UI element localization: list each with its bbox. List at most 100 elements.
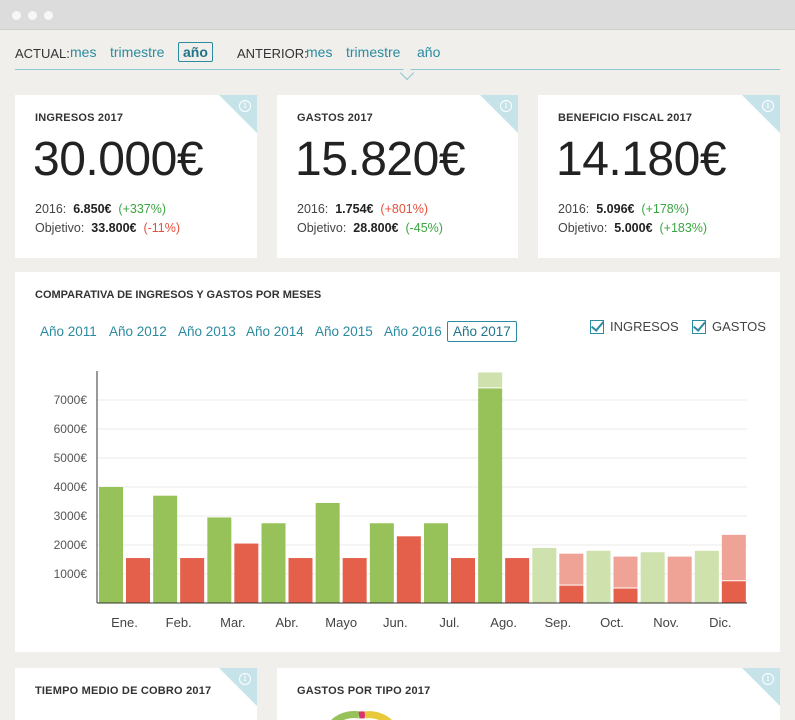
- previous-value: 5.096€: [596, 202, 635, 216]
- bar-ingresos: [586, 550, 611, 603]
- bar-gastos: [505, 558, 530, 603]
- card-value: 14.180€: [556, 133, 727, 186]
- card-title: TIEMPO MEDIO DE COBRO 2017: [35, 685, 212, 697]
- bar-gastos-projected: [613, 556, 638, 588]
- card-corner: [480, 95, 518, 133]
- previous-label: 2016:: [558, 202, 590, 216]
- objective-value: 5.000€: [614, 221, 653, 235]
- info-icon[interactable]: i: [239, 100, 251, 112]
- x-tick-label: Jul.: [439, 615, 459, 630]
- card-beneficio: i BENEFICIO FISCAL 2017 14.180€ 2016: 5.…: [538, 95, 780, 258]
- card-value: 30.000€: [33, 133, 204, 186]
- y-tick-label: 4000€: [54, 480, 88, 494]
- card-previous-row: 2016: 6.850€ (+337%): [35, 202, 166, 216]
- card-objective-row: Objetivo: 33.800€ (-11%): [35, 221, 180, 235]
- x-tick-label: Mar.: [220, 615, 245, 630]
- y-tick-label: 2000€: [54, 538, 88, 552]
- card-title: INGRESOS 2017: [35, 112, 124, 124]
- previous-delta: (+178%): [641, 202, 690, 216]
- card-objective-row: Objetivo: 28.800€ (-45%): [297, 221, 443, 235]
- x-tick-label: Sep.: [544, 615, 571, 630]
- bar-gastos: [234, 543, 259, 603]
- previous-label: 2016:: [35, 202, 67, 216]
- objective-label: Objetivo:: [35, 221, 85, 235]
- objective-label: Objetivo:: [558, 221, 608, 235]
- donut-chart-top: [331, 711, 392, 720]
- y-tick-label: 6000€: [54, 422, 88, 436]
- card-ingresos: i INGRESOS 2017 30.000€ 2016: 6.850€ (+3…: [15, 95, 257, 258]
- x-tick-label: Nov.: [653, 615, 679, 630]
- card-previous-row: 2016: 1.754€ (+801%): [297, 202, 428, 216]
- bar-gastos: [288, 558, 313, 603]
- info-icon[interactable]: i: [239, 673, 251, 685]
- card-title: GASTOS 2017: [297, 112, 373, 124]
- previous-delta: (+337%): [118, 202, 167, 216]
- bar-gastos: [559, 585, 584, 603]
- previous-label: 2016:: [297, 202, 329, 216]
- card-previous-row: 2016: 5.096€ (+178%): [558, 202, 689, 216]
- bar-ingresos: [261, 523, 286, 603]
- anterior-option-trimestre[interactable]: trimestre: [346, 44, 400, 60]
- previous-value: 6.850€: [73, 202, 112, 216]
- bar-gastos: [451, 558, 475, 603]
- objective-label: Objetivo:: [297, 221, 347, 235]
- actual-label: ACTUAL:: [15, 46, 70, 61]
- card-corner: [742, 95, 780, 133]
- comparativa-card: COMPARATIVA DE INGRESOS Y GASTOS POR MES…: [15, 272, 780, 652]
- y-tick-label: 1000€: [54, 567, 88, 581]
- x-tick-label: Ago.: [490, 615, 517, 630]
- info-icon[interactable]: i: [762, 100, 774, 112]
- objective-value: 28.800€: [353, 221, 399, 235]
- y-tick-label: 3000€: [54, 509, 88, 523]
- previous-value: 1.754€: [335, 202, 374, 216]
- bar-gastos: [126, 558, 150, 603]
- bar-ingresos: [532, 547, 557, 603]
- anterior-option-mes[interactable]: mes: [306, 44, 332, 60]
- x-tick-label: Abr.: [275, 615, 298, 630]
- actual-option-mes[interactable]: mes: [70, 44, 96, 60]
- bar-ingresos: [315, 502, 340, 603]
- window-dot-1: [12, 11, 21, 20]
- donut-segment-yellow: [364, 711, 392, 720]
- card-objective-row: Objetivo: 5.000€ (+183%): [558, 221, 707, 235]
- x-tick-label: Oct.: [600, 615, 624, 630]
- bar-gastos-projected: [721, 534, 746, 581]
- period-selector: ACTUAL: mes trimestre año ANTERIOR: mes …: [15, 40, 780, 81]
- objective-delta: (-45%): [405, 221, 443, 235]
- bar-gastos: [342, 558, 367, 603]
- anterior-option-ano[interactable]: año: [417, 44, 440, 60]
- window-titlebar: [0, 0, 795, 30]
- card-title: BENEFICIO FISCAL 2017: [558, 112, 693, 124]
- actual-option-trimestre[interactable]: trimestre: [110, 44, 164, 60]
- bar-ingresos: [478, 388, 503, 603]
- actual-option-ano[interactable]: año: [178, 42, 213, 62]
- card-gastos-tipo: i GASTOS POR TIPO 2017: [277, 668, 780, 720]
- bar-gastos: [721, 581, 746, 603]
- objective-delta: (-11%): [143, 221, 181, 235]
- card-value: 15.820€: [295, 133, 466, 186]
- donut-segment-green: [331, 711, 360, 720]
- info-icon[interactable]: i: [500, 100, 512, 112]
- x-tick-label: Feb.: [166, 615, 192, 630]
- y-tick-label: 7000€: [54, 393, 88, 407]
- x-tick-label: Jun.: [383, 615, 408, 630]
- bar-ingresos-projected: [478, 372, 503, 388]
- card-tiempo-cobro: i TIEMPO MEDIO DE COBRO 2017: [15, 668, 257, 720]
- card-corner: [219, 95, 257, 133]
- bar-ingresos: [99, 487, 123, 603]
- objective-delta: (+183%): [659, 221, 708, 235]
- bar-gastos-projected: [667, 556, 692, 603]
- anterior-label: ANTERIOR:: [237, 46, 308, 61]
- bar-gastos: [613, 588, 638, 603]
- bar-chart: 1000€ 2000€ 3000€ 4000€ 5000€ 6000€ 7000€ Ene. F…: [54, 371, 747, 630]
- bar-ingresos: [153, 495, 178, 603]
- card-gastos: i GASTOS 2017 15.820€ 2016: 1.754€ (+801…: [277, 95, 518, 258]
- bar-ingresos: [694, 550, 719, 603]
- bar-gastos: [180, 558, 205, 603]
- y-tick-label: 5000€: [54, 451, 88, 465]
- bar-ingresos: [424, 523, 448, 603]
- bar-gastos-projected: [559, 553, 584, 585]
- bar-ingresos: [207, 517, 232, 603]
- previous-delta: (+801%): [380, 202, 429, 216]
- objective-value: 33.800€: [91, 221, 137, 235]
